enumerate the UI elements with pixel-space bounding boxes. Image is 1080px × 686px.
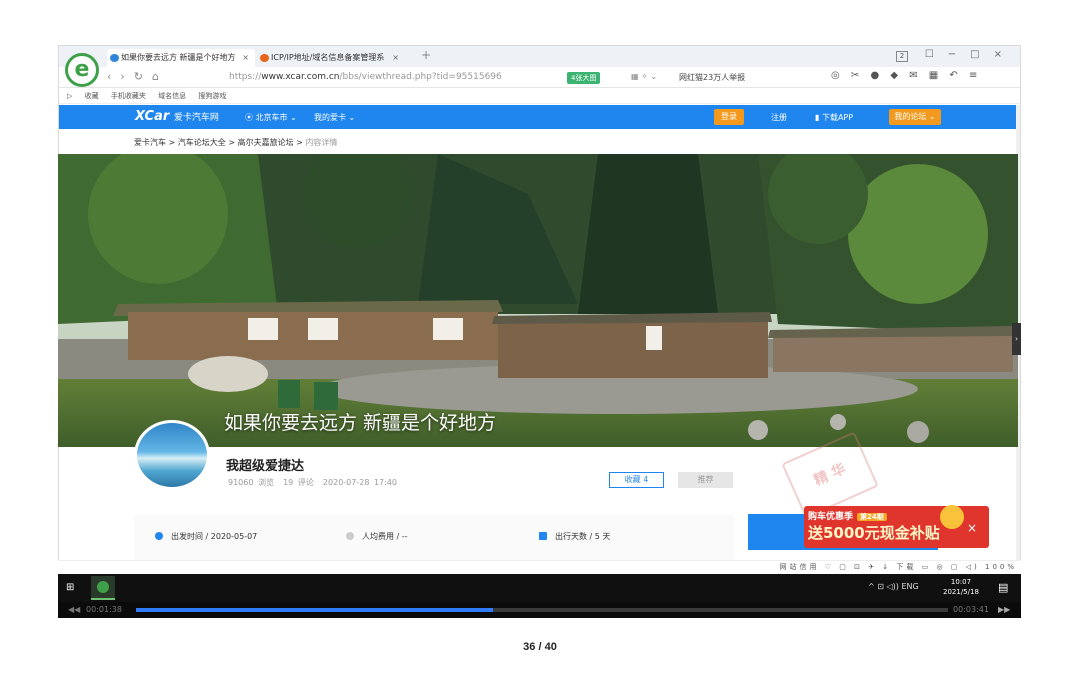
tab-close-icon[interactable]: × — [242, 49, 249, 67]
browser-logo-icon[interactable]: e — [65, 53, 99, 87]
zoom-level[interactable]: 100% — [985, 563, 1017, 571]
windows-start-icon[interactable]: ⊞ — [66, 583, 76, 593]
promo-title: 购车优惠季 — [808, 512, 854, 522]
clock-time: 10:07 — [950, 578, 972, 586]
reader-icon[interactable]: ▦ ✧ ⌄ — [631, 72, 657, 81]
my-xcar-menu[interactable]: 我的爱卡 ⌄ — [314, 112, 355, 123]
city-label: 北京车市 — [255, 113, 288, 122]
browser-taskbar-icon[interactable] — [91, 576, 115, 600]
post-datetime: 2020-07-28 17:40 — [322, 478, 398, 487]
hot-news-link[interactable]: 网红猫23万人举报 — [679, 72, 745, 83]
crumb-golf-forum[interactable]: 高尔夫嘉旅论坛 — [238, 138, 294, 147]
crumb-forums[interactable]: 汽车论坛大全 — [178, 138, 226, 147]
system-tray[interactable]: ^ ⊡ ◁)) ENG — [868, 582, 919, 591]
trip-days: 出行天数 / 5 天 — [539, 531, 610, 542]
favorite-button[interactable]: 收藏 4 — [609, 472, 664, 488]
nav-buttons[interactable]: ‹›↻⌂ — [107, 70, 168, 83]
site-logo[interactable]: XCar 爱卡汽车网 — [135, 109, 219, 124]
my-xcar-label: 我的爱卡 — [314, 113, 346, 122]
video-progress-fill — [136, 608, 494, 612]
side-expand-tab[interactable]: › — [1012, 323, 1021, 355]
my-forum-label: 我的论坛 — [894, 112, 927, 121]
depart-time: 出发时间 / 2020-05-07 — [155, 531, 257, 542]
lang-indicator[interactable]: ENG — [901, 582, 918, 591]
window-controls[interactable]: ☐−□× — [925, 49, 1016, 60]
tab-close-icon[interactable]: × — [392, 49, 399, 67]
breadcrumb: 爱卡汽车 > 汽车论坛大全 > 高尔夫嘉旅论坛 > 内容详情 — [134, 138, 338, 147]
tab-favicon-icon — [260, 54, 269, 62]
elapsed-time: 00:01:38 — [86, 605, 122, 614]
bookmark-sogou-game[interactable]: 搜狗游戏 — [198, 92, 226, 100]
promo-line1: 购车优惠季 第24期 — [808, 509, 887, 522]
status-icons[interactable]: 网站信用 ♡ ▢ ⊡ ✈ ↓ 下载 ▭ ◎ ▢ ◁) 100% — [780, 561, 1017, 574]
url-domain: www.xcar.com.cn — [261, 72, 340, 82]
trip-days-text: 出行天数 / 5 天 — [555, 532, 611, 541]
taskbar-clock[interactable]: 10:07 2021/5/18 — [943, 577, 979, 597]
clock-icon — [155, 532, 163, 540]
clock-date: 2021/5/18 — [943, 588, 979, 596]
calendar-icon — [539, 532, 547, 540]
download-app-label: 下载APP — [821, 113, 854, 122]
promo-close-icon[interactable]: × — [967, 521, 977, 535]
hero-banner — [58, 154, 1018, 447]
crumb-home[interactable]: 爱卡汽车 — [134, 138, 166, 147]
address-bar[interactable]: https://www.xcar.com.cn/bbs/viewthread.p… — [229, 72, 502, 82]
bookmark-domain[interactable]: 域名信息 — [158, 92, 186, 100]
address-bar-row: ‹›↻⌂ https://www.xcar.com.cn/bbs/viewthr… — [59, 67, 1020, 88]
tab-favicon-icon — [110, 54, 119, 62]
author-name[interactable]: 我超级爱捷达 — [226, 455, 304, 474]
tab-icp[interactable]: ICP/IP地址/域名信息备案管理系 × — [257, 49, 405, 67]
site-trust-link[interactable]: 网站信用 — [780, 563, 820, 571]
bookmark-mobile[interactable]: 手机收藏夹 — [111, 92, 146, 100]
brand-name: 爱卡汽车网 — [173, 113, 219, 123]
taskbar: ⊞ ^ ⊡ ◁)) ENG 10:07 2021/5/18 ▤ — [58, 574, 1021, 602]
download-link[interactable]: 下载 — [896, 563, 916, 571]
cost-text: 人均费用 / -- — [362, 532, 408, 541]
city-selector[interactable]: ⦿ 北京车市 ⌄ — [245, 112, 297, 123]
post-title: 如果你要去远方 新疆是个好地方 — [224, 412, 497, 434]
notification-icon[interactable]: ▤ — [998, 581, 1008, 594]
bookmark-favorites[interactable]: 收藏 — [85, 92, 99, 100]
bookmarks-bar: ▷ 收藏 手机收藏夹 域名信息 搜狗游戏 — [59, 88, 1020, 104]
cost-per-person: 人均费用 / -- — [346, 531, 408, 542]
promo-badge: 第24期 — [857, 513, 887, 521]
comment-count: 19 评论 — [283, 478, 314, 487]
rewind-icon[interactable]: ◀◀ — [68, 605, 80, 614]
toolbar-icons[interactable]: ◎ ✂ ● ◆ ✉ ▦ ↶ ≡ — [831, 70, 981, 81]
sidebar-toggle-icon[interactable]: ▷ — [67, 92, 72, 100]
browser-status-bar: 网站信用 ♡ ▢ ⊡ ✈ ↓ 下载 ▭ ◎ ▢ ◁) 100% — [58, 560, 1021, 574]
my-forum-button[interactable]: 我的论坛 ⌄ — [889, 109, 941, 125]
login-button[interactable]: 登录 — [714, 109, 744, 125]
avatar[interactable] — [134, 420, 210, 490]
video-player-bar: ◀◀ 00:01:38 00:03:41 ▶▶ — [58, 602, 1021, 618]
url-scheme: https:// — [229, 72, 262, 82]
page-number: 36 / 40 — [523, 641, 557, 653]
depart-time-text: 出发时间 / 2020-05-07 — [171, 532, 258, 541]
download-app-link[interactable]: ▮ 下载APP — [815, 112, 853, 123]
forward-icon[interactable]: ▶▶ — [998, 605, 1010, 614]
site-nav: XCar 爱卡汽车网 ⦿ 北京车市 ⌄ 我的爱卡 ⌄ 登录 注册 ▮ 下载APP… — [59, 105, 1020, 129]
big-pic-button[interactable]: 4张大图 — [567, 72, 601, 84]
tab-title: 如果你要去远方 新疆是个好地方 — [121, 53, 236, 62]
tab-bar: 如果你要去远方 新疆是个好地方 × ICP/IP地址/域名信息备案管理系 × +… — [59, 46, 1020, 67]
view-count: 91060 浏览 — [228, 478, 274, 487]
money-icon — [346, 532, 354, 540]
crumb-current: 内容详情 — [305, 138, 338, 147]
post-meta: 91060 浏览 19 评论 2020-07-28 17:40 — [228, 477, 397, 488]
video-progress[interactable] — [136, 608, 948, 612]
tab-count-badge[interactable]: 2 — [896, 51, 908, 62]
url-path: /bbs/viewthread.php?tid=95515696 — [339, 72, 502, 82]
coin-icon — [940, 505, 964, 529]
register-link[interactable]: 注册 — [771, 112, 787, 123]
total-time: 00:03:41 — [953, 605, 989, 614]
hero-image — [58, 154, 1018, 447]
new-tab-button[interactable]: + — [421, 48, 431, 62]
recommend-button[interactable]: 推荐 — [678, 472, 733, 488]
promo-line2: 送5000元现金补贴 — [808, 524, 940, 542]
tab-active[interactable]: 如果你要去远方 新疆是个好地方 × — [107, 49, 255, 67]
tab-title: ICP/IP地址/域名信息备案管理系 — [271, 53, 385, 62]
